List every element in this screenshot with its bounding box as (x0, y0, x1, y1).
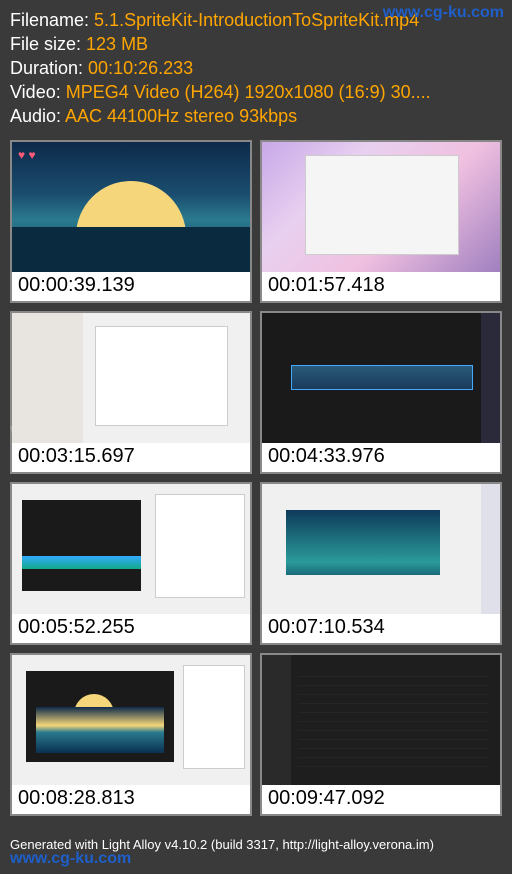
thumbnail-cell: 00:05:52.255 (10, 482, 252, 645)
audio-label: Audio: (10, 106, 65, 126)
thumbnail-image (12, 313, 250, 443)
video-label: Video: (10, 82, 66, 102)
thumbnail-grid: ♥ ♥ 00:00:39.139 00:01:57.418 00:03:15.6… (0, 140, 512, 816)
duration-value: 00:10:26.233 (88, 58, 193, 78)
filesize-label: File size: (10, 34, 86, 54)
thumbnail-image (262, 484, 500, 614)
filesize-value: 123 MB (86, 34, 148, 54)
thumbnail-image (12, 484, 250, 614)
watermark-bottom: www.cg-ku.com (10, 850, 131, 868)
thumbnail-timestamp: 00:09:47.092 (262, 785, 500, 814)
thumbnail-timestamp: 00:00:39.139 (12, 272, 250, 301)
meta-audio: Audio: AAC 44100Hz stereo 93kbps (10, 104, 502, 128)
thumbnail-timestamp: 00:04:33.976 (262, 443, 500, 472)
thumbnail-image (12, 655, 250, 785)
thumbnail-cell: 00:08:28.813 (10, 653, 252, 816)
duration-label: Duration: (10, 58, 88, 78)
thumbnail-timestamp: 00:03:15.697 (12, 443, 250, 472)
thumbnail-timestamp: 00:08:28.813 (12, 785, 250, 814)
thumbnail-timestamp: 00:01:57.418 (262, 272, 500, 301)
video-value: MPEG4 Video (H264) 1920x1080 (16:9) 30..… (66, 82, 431, 102)
audio-value: AAC 44100Hz stereo 93kbps (65, 106, 297, 126)
thumbnail-timestamp: 00:05:52.255 (12, 614, 250, 643)
meta-video: Video: MPEG4 Video (H264) 1920x1080 (16:… (10, 80, 502, 104)
thumbnail-cell: 00:01:57.418 (260, 140, 502, 303)
thumbnail-cell: 00:07:10.534 (260, 482, 502, 645)
thumbnail-cell: 00:04:33.976 (260, 311, 502, 474)
filename-value: 5.1.SpriteKit-IntroductionToSpriteKit.mp… (94, 10, 419, 30)
thumbnail-image (262, 142, 500, 272)
meta-duration: Duration: 00:10:26.233 (10, 56, 502, 80)
meta-filesize: File size: 123 MB (10, 32, 502, 56)
thumbnail-image (262, 313, 500, 443)
watermark-top: www.cg-ku.com (383, 4, 504, 22)
thumbnail-cell: ♥ ♥ 00:00:39.139 (10, 140, 252, 303)
thumbnail-cell: 00:09:47.092 (260, 653, 502, 816)
filename-label: Filename: (10, 10, 94, 30)
thumbnail-cell: 00:03:15.697 (10, 311, 252, 474)
thumbnail-timestamp: 00:07:10.534 (262, 614, 500, 643)
thumbnail-image: ♥ ♥ (12, 142, 250, 272)
thumbnail-image (262, 655, 500, 785)
